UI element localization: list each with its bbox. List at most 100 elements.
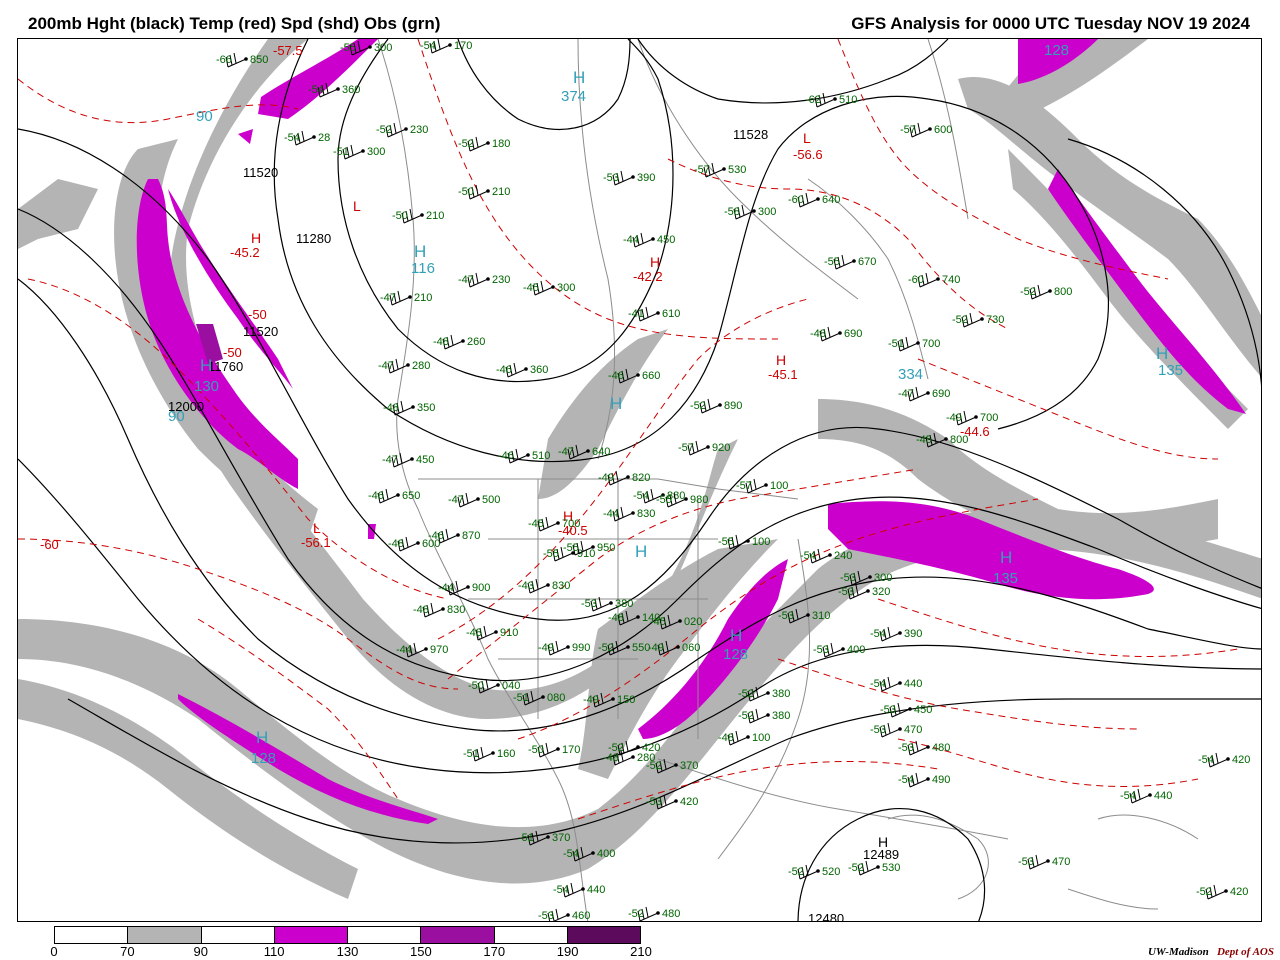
station-temp: -51 [888, 338, 904, 350]
station-temp: -51 [333, 146, 349, 158]
station-height: 510 [839, 94, 857, 106]
station-height: 370 [552, 832, 570, 844]
station-temp: -44 [623, 234, 639, 246]
station-height: 440 [1154, 790, 1172, 802]
station-temp: -53 [646, 796, 662, 808]
station-height: 640 [822, 194, 840, 206]
station-height: 910 [500, 627, 518, 639]
station-height: 080 [547, 692, 565, 704]
station-height: 700 [980, 412, 998, 424]
station-temp: -54 [308, 84, 324, 96]
station-plot: -48 600 [388, 536, 440, 552]
high-marker: H [1156, 344, 1168, 363]
station-height: 390 [904, 628, 922, 640]
station-height: 490 [932, 774, 950, 786]
station-temp: -60 [788, 194, 804, 206]
station-height: 480 [932, 742, 950, 754]
station-height: 150 [617, 694, 635, 706]
station-temp: -47 [898, 388, 914, 400]
colorbar-segment [421, 927, 495, 943]
station-height: 650 [402, 490, 420, 502]
station-temp: -54 [870, 628, 886, 640]
station-plot: -50 210 [458, 184, 510, 200]
station-height: 480 [662, 908, 680, 920]
station-height: 040 [502, 680, 520, 692]
station-temp: -52 [608, 742, 624, 754]
station-temp: -45 [528, 518, 544, 530]
station-plot: -54 420 [1198, 752, 1250, 768]
height-label: 11520 [243, 165, 278, 180]
station-plot: -60 740 [908, 272, 960, 288]
temp-label: -50 [248, 307, 267, 322]
speed-label: 128 [1044, 42, 1069, 59]
station-temp: -44 [438, 582, 454, 594]
station-temp: -44 [603, 508, 619, 520]
station-height: 280 [412, 360, 430, 372]
temp-label: -42.2 [633, 269, 663, 284]
station-temp: -53 [581, 598, 597, 610]
station-temp: -46 [496, 364, 512, 376]
wind-speed-colorbar [54, 926, 641, 944]
station-plot: -52 890 [690, 398, 742, 414]
speed-label: 130 [194, 378, 219, 395]
station-height: 830 [552, 580, 570, 592]
station-plot: -47 690 [898, 386, 950, 402]
station-temp: -50 [392, 210, 408, 222]
colorbar-segment [274, 927, 348, 943]
colorbar-tick: 170 [483, 944, 506, 959]
station-plot: -53 460 [538, 908, 590, 922]
station-plot: -47 500 [448, 492, 500, 508]
station-temp: -53 [840, 572, 856, 584]
map-title: 200mb Hght (black) Temp (red) Spd (shd) … [28, 14, 441, 33]
temp-label: -50 [223, 345, 242, 360]
station-height: 230 [492, 274, 510, 286]
high-marker: H [650, 254, 660, 270]
station-height: 500 [482, 494, 500, 506]
station-plot: -51 160 [463, 746, 515, 762]
height-label: 11280 [296, 231, 331, 246]
station-temp: -55 [718, 536, 734, 548]
station-temp: -58 [724, 206, 740, 218]
station-plot: -53 390 [603, 170, 655, 186]
station-height: 420 [1232, 754, 1250, 766]
height-label: 11528 [733, 127, 768, 142]
colorbar-tick: 0 [50, 944, 58, 959]
high-marker: H [1000, 548, 1012, 567]
low-marker: L [353, 198, 361, 214]
station-plot: -49 700 [946, 410, 998, 426]
station-plot: -51 700 [888, 336, 940, 352]
station-temp: -55 [340, 42, 356, 54]
station-temp: -54 [284, 132, 300, 144]
station-plot: -48 100 [718, 730, 770, 746]
station-height: 020 [684, 616, 702, 628]
station-plot: -52 480 [628, 906, 680, 921]
station-plot: -57 100 [736, 478, 788, 494]
temp-label: -45.1 [768, 367, 798, 382]
station-height: 600 [934, 124, 952, 136]
station-temp: -48 [810, 328, 826, 340]
station-height: 300 [758, 206, 776, 218]
speed-label: 334 [898, 366, 923, 383]
station-height: 700 [922, 338, 940, 350]
station-plot: -52 180 [458, 136, 510, 152]
height-label: 11520 [243, 324, 278, 339]
high-marker: H [610, 394, 622, 413]
credit-department: Dept of AOS [1216, 946, 1274, 958]
station-temp: -45 [523, 282, 539, 294]
station-temp: -49 [538, 642, 554, 654]
station-temp: -52 [738, 710, 754, 722]
station-plot: -44 970 [396, 642, 448, 658]
station-plot: -52 530 [848, 860, 900, 876]
high-marker: H [573, 68, 585, 87]
station-temp: -47 [378, 360, 394, 372]
station-height: 460 [572, 910, 590, 922]
station-height: 800 [1054, 286, 1072, 298]
station-temp: -44 [396, 644, 412, 656]
station-temp: -53 [538, 910, 554, 922]
station-plot: -51 300 [333, 144, 385, 160]
station-height: 820 [632, 472, 650, 484]
station-height: 230 [410, 124, 428, 136]
station-temp: -46 [608, 370, 624, 382]
station-height: 990 [572, 642, 590, 654]
speed-label: 128 [723, 646, 748, 663]
